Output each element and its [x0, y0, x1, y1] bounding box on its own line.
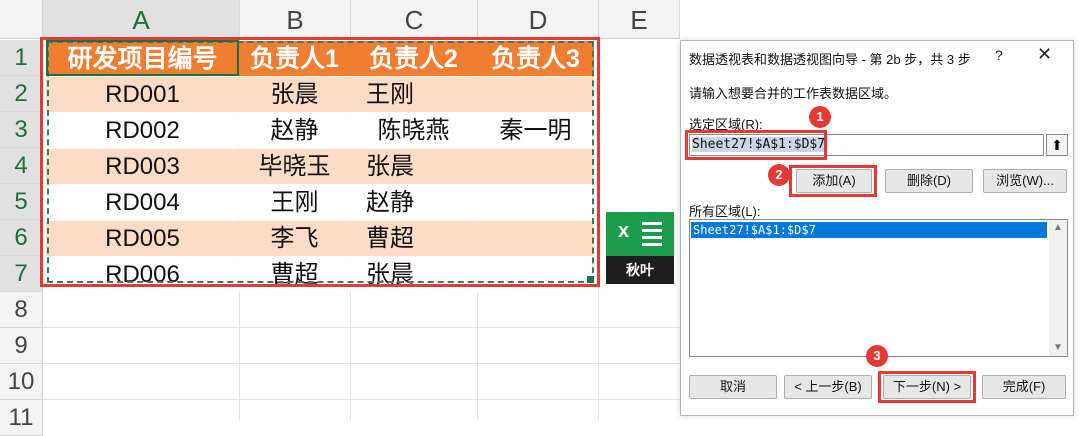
column-header-e[interactable]: E: [599, 0, 680, 38]
row-header-2[interactable]: 2: [0, 76, 43, 112]
excel-icon: x: [606, 212, 674, 256]
all-ranges-label: 所有区域(L):: [689, 204, 761, 219]
row-header-7[interactable]: 7: [0, 256, 43, 292]
row-header-3[interactable]: 3: [0, 112, 43, 148]
highlight-frame: [685, 130, 827, 160]
grid-line: [42, 327, 680, 328]
row-header-6[interactable]: 6: [0, 220, 43, 256]
grid-line: [42, 399, 680, 400]
collapse-dialog-icon[interactable]: ⬆: [1046, 134, 1068, 156]
step-badge-1: 1: [809, 106, 831, 128]
finish-button[interactable]: 完成(F): [982, 375, 1066, 399]
scrollbar[interactable]: ▲ ▼: [1049, 220, 1067, 356]
row-header-10[interactable]: 10: [0, 364, 43, 400]
logo-text: 秋叶: [606, 256, 674, 284]
help-icon[interactable]: ?: [995, 47, 1003, 63]
row-header-8[interactable]: 8: [0, 292, 43, 328]
step-badge-2: 2: [768, 164, 790, 186]
highlight-frame: [40, 37, 600, 287]
step-badge-3: 3: [866, 345, 888, 367]
row-header-9[interactable]: 9: [0, 328, 43, 364]
scroll-down-icon[interactable]: ▼: [1049, 340, 1067, 356]
logo: x 秋叶: [606, 212, 674, 284]
dialog-prompt: 请输入想要合并的工作表数据区域。: [689, 86, 898, 101]
row-header-11[interactable]: 11: [0, 400, 43, 436]
select-all-corner[interactable]: [0, 0, 43, 38]
spreadsheet: A B C D E 1 2 3 4 5 6 7 8 9 10 11 研发项目编号…: [0, 0, 680, 436]
column-header-b[interactable]: B: [240, 0, 351, 38]
row-header-1[interactable]: 1: [0, 40, 43, 76]
back-button[interactable]: < 上一步(B): [784, 375, 872, 399]
row-header-5[interactable]: 5: [0, 184, 43, 220]
column-header-a[interactable]: A: [43, 0, 240, 38]
browse-button[interactable]: 浏览(W)...: [983, 169, 1067, 193]
scroll-up-icon[interactable]: ▲: [1049, 220, 1067, 236]
delete-button[interactable]: 删除(D): [885, 169, 973, 193]
dialog-title: 数据透视表和数据透视图向导 - 第 2b 步，共 3 步: [689, 52, 971, 67]
row-header-4[interactable]: 4: [0, 148, 43, 184]
cancel-button[interactable]: 取消: [689, 375, 777, 399]
all-ranges-list[interactable]: Sheet27!$A$1:$D$7 ▲ ▼: [689, 219, 1068, 357]
column-header-d[interactable]: D: [478, 0, 599, 38]
highlight-frame: [789, 165, 877, 197]
column-header-c[interactable]: C: [351, 0, 478, 38]
grid-line: [42, 363, 680, 364]
highlight-frame: [878, 371, 976, 403]
close-icon[interactable]: ✕: [1037, 44, 1052, 65]
list-item[interactable]: Sheet27!$A$1:$D$7: [691, 222, 1047, 238]
